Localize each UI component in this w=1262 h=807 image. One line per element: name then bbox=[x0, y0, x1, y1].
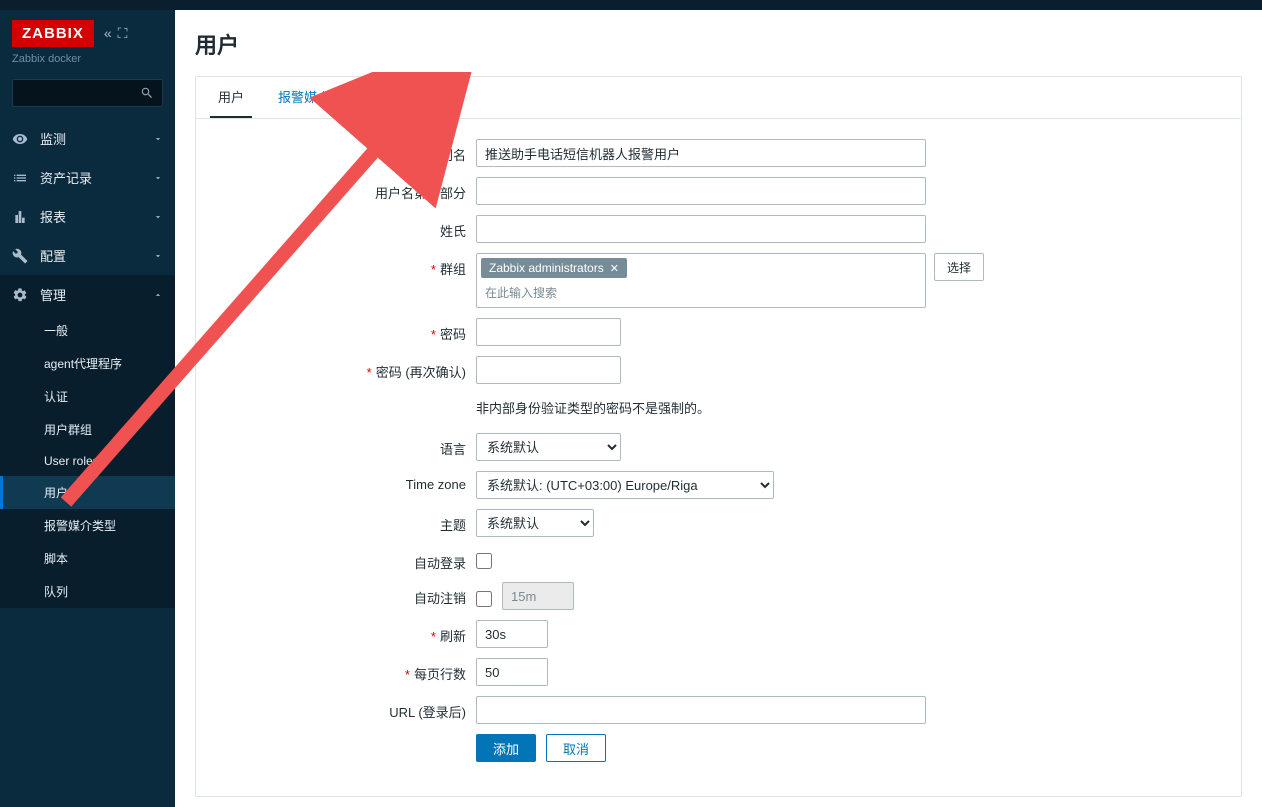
logo: ZABBIX bbox=[12, 20, 94, 47]
groups-placeholder: 在此输入搜索 bbox=[481, 278, 921, 303]
label-refresh: 刷新 bbox=[440, 629, 466, 644]
group-tag-label: Zabbix administrators bbox=[489, 261, 604, 275]
gear-icon bbox=[12, 287, 28, 303]
page-title: 用户 bbox=[195, 20, 1242, 76]
list-icon bbox=[12, 170, 28, 186]
nav-label: 监测 bbox=[40, 129, 141, 148]
chevron-down-icon bbox=[153, 173, 163, 183]
lname-input[interactable] bbox=[476, 215, 926, 243]
sidebar: ZABBIX « ⛶ Zabbix docker 监测 资产记录 bbox=[0, 10, 175, 807]
nav-item-admin[interactable]: 管理 bbox=[0, 275, 175, 314]
tab-media[interactable]: 报警媒介 bbox=[270, 77, 338, 118]
fname-input[interactable] bbox=[476, 177, 926, 205]
chevron-down-icon bbox=[153, 251, 163, 261]
search-icon bbox=[140, 86, 154, 100]
label-theme: 主题 bbox=[440, 518, 466, 533]
password-input[interactable] bbox=[476, 318, 621, 346]
label-rows: 每页行数 bbox=[414, 667, 466, 682]
lang-select[interactable]: 系统默认 bbox=[476, 433, 621, 461]
sub-mediatypes[interactable]: 报警媒介类型 bbox=[0, 509, 175, 542]
nav-item-config[interactable]: 配置 bbox=[0, 236, 175, 275]
brand-subtitle: Zabbix docker bbox=[12, 53, 163, 65]
sub-scripts[interactable]: 脚本 bbox=[0, 542, 175, 575]
nav-item-reports[interactable]: 报表 bbox=[0, 197, 175, 236]
tz-select[interactable]: 系统默认: (UTC+03:00) Europe/Riga bbox=[476, 471, 774, 499]
chart-icon bbox=[12, 209, 28, 225]
label-alias: 别名 bbox=[440, 148, 466, 163]
remove-tag-icon[interactable]: ✕ bbox=[610, 262, 619, 275]
theme-select[interactable]: 系统默认 bbox=[476, 509, 594, 537]
autologout-input bbox=[502, 582, 574, 610]
label-lname: 姓氏 bbox=[440, 224, 466, 239]
label-autologout: 自动注销 bbox=[414, 591, 466, 606]
admin-submenu: 一般 agent代理程序 认证 用户群组 User roles 用户 报警媒介类… bbox=[0, 314, 175, 608]
sub-proxies[interactable]: agent代理程序 bbox=[0, 347, 175, 380]
nav-label: 配置 bbox=[40, 246, 141, 265]
nav-label: 管理 bbox=[40, 285, 141, 304]
sub-auth[interactable]: 认证 bbox=[0, 380, 175, 413]
nav-label: 资产记录 bbox=[40, 168, 141, 187]
expand-icon[interactable]: ⛶ bbox=[118, 25, 128, 42]
label-groups: 群组 bbox=[440, 262, 466, 277]
groups-multiselect[interactable]: Zabbix administrators ✕ 在此输入搜索 bbox=[476, 253, 926, 308]
password2-input[interactable] bbox=[476, 356, 621, 384]
sub-userroles[interactable]: User roles bbox=[0, 446, 175, 476]
groups-select-button[interactable]: 选择 bbox=[934, 253, 984, 281]
label-url: URL (登录后) bbox=[389, 705, 466, 720]
alias-input[interactable] bbox=[476, 139, 926, 167]
autologin-checkbox[interactable] bbox=[476, 553, 492, 569]
collapse-icon[interactable]: « bbox=[104, 25, 112, 42]
sub-queue[interactable]: 队列 bbox=[0, 575, 175, 608]
tab-perm[interactable]: 权限 bbox=[356, 77, 398, 118]
url-input[interactable] bbox=[476, 696, 926, 724]
sub-usergroups[interactable]: 用户群组 bbox=[0, 413, 175, 446]
tab-user[interactable]: 用户 bbox=[210, 77, 252, 118]
label-password2: 密码 (再次确认) bbox=[376, 365, 466, 380]
refresh-input[interactable] bbox=[476, 620, 548, 648]
group-tag[interactable]: Zabbix administrators ✕ bbox=[481, 258, 627, 278]
label-fname: 用户名第一部分 bbox=[375, 186, 466, 201]
label-lang: 语言 bbox=[440, 442, 466, 457]
submit-button[interactable]: 添加 bbox=[476, 734, 536, 762]
rows-input[interactable] bbox=[476, 658, 548, 686]
label-tz: Time zone bbox=[406, 477, 466, 492]
tabs: 用户 报警媒介 权限 bbox=[196, 77, 1241, 119]
nav-item-monitoring[interactable]: 监测 bbox=[0, 119, 175, 158]
autologout-checkbox[interactable] bbox=[476, 591, 492, 607]
wrench-icon bbox=[12, 248, 28, 264]
nav-label: 报表 bbox=[40, 207, 141, 226]
user-form: *别名 用户名第一部分 姓氏 *群组 bbox=[196, 119, 1241, 796]
chevron-down-icon bbox=[153, 212, 163, 222]
eye-icon bbox=[12, 131, 28, 147]
nav-item-inventory[interactable]: 资产记录 bbox=[0, 158, 175, 197]
chevron-up-icon bbox=[153, 290, 163, 300]
label-password: 密码 bbox=[440, 327, 466, 342]
chevron-down-icon bbox=[153, 134, 163, 144]
password-note: 非内部身份验证类型的密码不是强制的。 bbox=[476, 394, 1221, 423]
sub-general[interactable]: 一般 bbox=[0, 314, 175, 347]
cancel-button[interactable]: 取消 bbox=[546, 734, 606, 762]
search-input[interactable] bbox=[12, 79, 163, 107]
label-autologin: 自动登录 bbox=[414, 556, 466, 571]
main-content: 用户 用户 报警媒介 权限 *别名 用户名第一部分 姓氏 bbox=[175, 10, 1262, 807]
sub-users[interactable]: 用户 bbox=[0, 476, 175, 509]
